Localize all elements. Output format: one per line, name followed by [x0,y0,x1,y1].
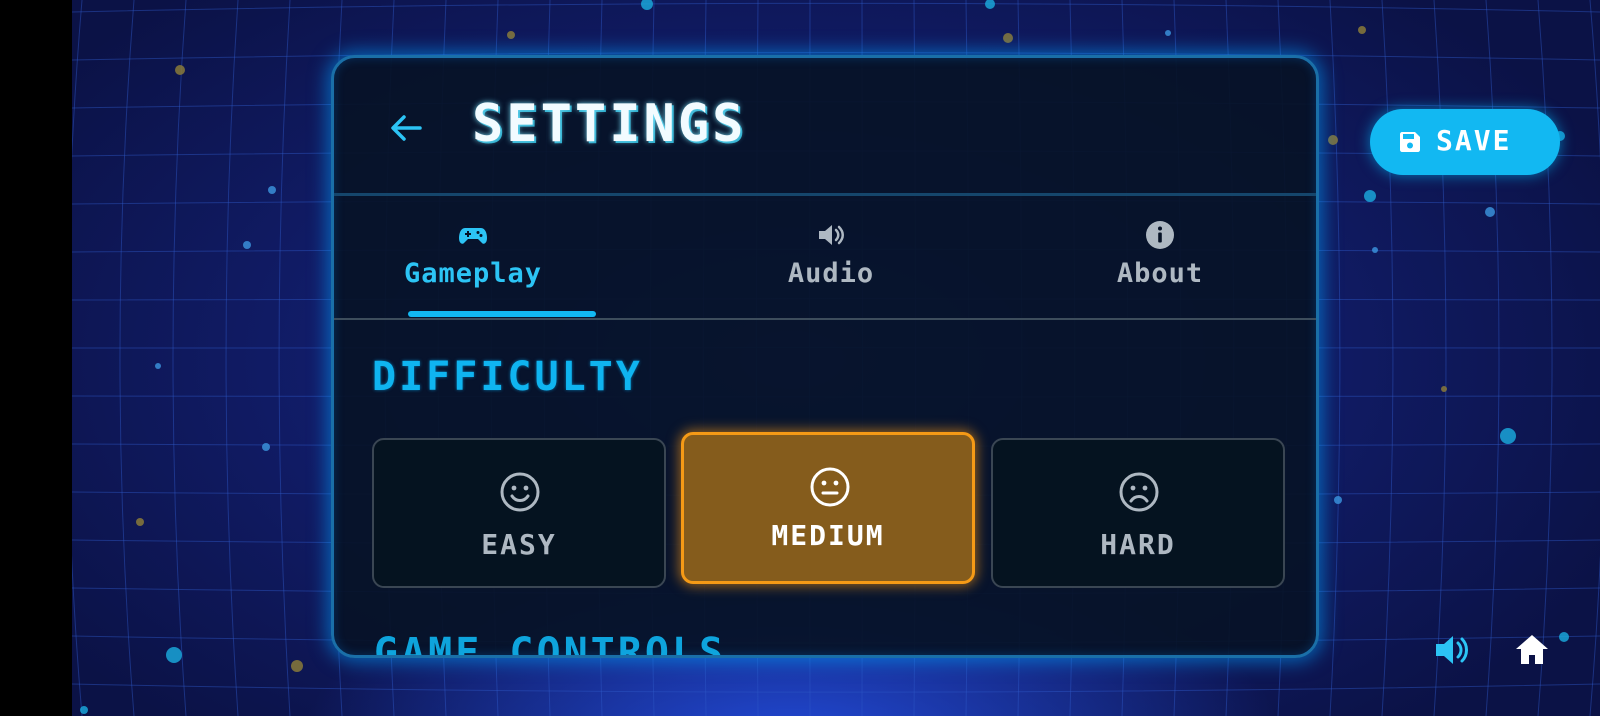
gamepad-icon [459,228,487,244]
difficulty-easy-option[interactable]: EASY [372,438,666,588]
tab-audio-label: Audio [787,258,875,289]
tab-gameplay-label: Gameplay [403,258,543,289]
tab-audio[interactable]: Audio [701,196,961,318]
difficulty-medium-option[interactable]: MEDIUM [681,432,975,584]
tab-about-label: About [1116,258,1204,289]
speaker-icon [1436,636,1468,664]
panel-header: SETTINGS [334,58,1316,196]
settings-tabs: Gameplay Audio About [334,196,1316,320]
difficulty-medium-label: MEDIUM [771,519,885,552]
tab-gameplay[interactable]: Gameplay [373,196,573,318]
save-button[interactable]: SAVE [1370,109,1560,175]
sad-face-icon [1119,472,1159,512]
neutral-face-icon [810,467,850,507]
speaker-icon [819,225,844,245]
home-button[interactable] [1512,630,1552,670]
arrow-left-icon [391,115,422,141]
floppy-disk-icon [1400,132,1420,152]
save-label: SAVE [1436,124,1512,157]
difficulty-heading: DIFFICULTY [372,354,643,400]
back-button[interactable] [386,108,426,148]
sound-toggle-button[interactable] [1432,630,1472,670]
home-icon [1516,635,1548,664]
settings-panel: SETTINGS Gameplay Audio About DIFFICULTY… [331,55,1319,658]
difficulty-hard-label: HARD [1100,528,1176,561]
difficulty-hard-option[interactable]: HARD [991,438,1285,588]
tab-about[interactable]: About [1030,196,1290,318]
smile-face-icon [500,472,540,512]
game-controls-heading: GAME CONTROLS [374,630,727,658]
active-tab-indicator [408,311,596,317]
difficulty-easy-label: EASY [481,528,557,561]
page-title: SETTINGS [472,94,747,154]
info-icon [1146,221,1174,249]
